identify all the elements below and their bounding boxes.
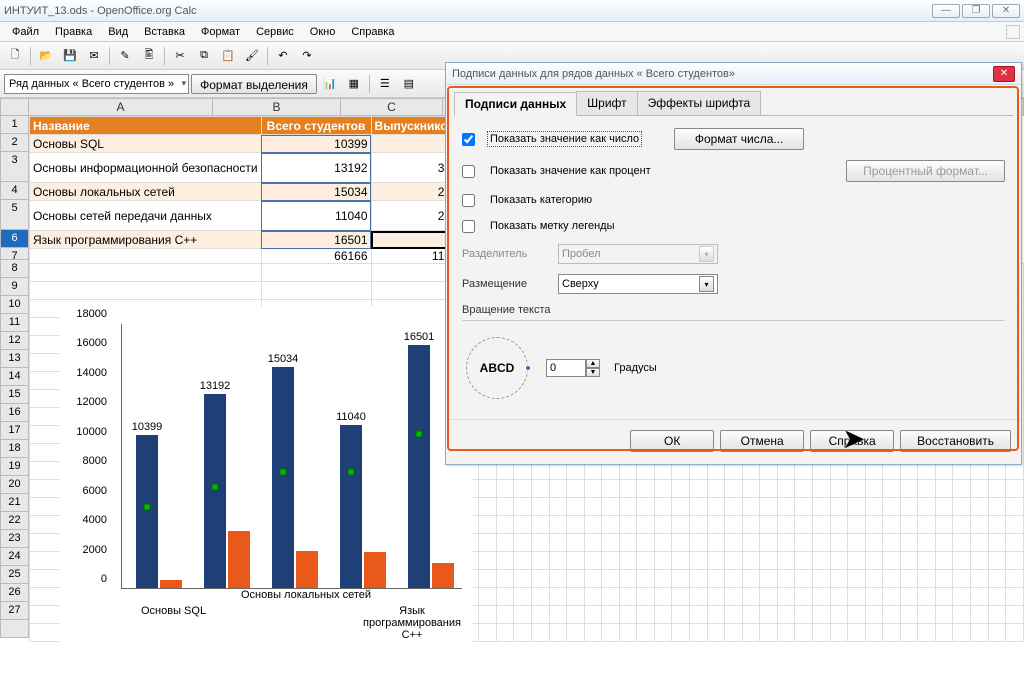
menu-help[interactable]: Справка <box>343 24 402 40</box>
row-header-15[interactable]: 15 <box>0 386 29 404</box>
placement-label: Размещение <box>462 278 548 290</box>
mail-icon[interactable]: ✉ <box>83 45 105 67</box>
cut-icon[interactable]: ✂ <box>169 45 191 67</box>
spin-down-icon[interactable]: ▼ <box>586 368 600 377</box>
spin-up-icon[interactable]: ▲ <box>586 359 600 368</box>
undo-icon[interactable]: ↶ <box>272 45 294 67</box>
window-title: ИНТУИТ_13.ods - OpenOffice.org Calc <box>4 5 197 17</box>
data-labels-dialog: Подписи данных для рядов данных « Всего … <box>445 62 1022 465</box>
row-header-9[interactable]: 9 <box>0 278 29 296</box>
number-format-button[interactable]: Формат числа... <box>674 128 804 150</box>
dialog-tabs: Подписи данных Шрифт Эффекты шрифта <box>454 91 1013 116</box>
degrees-input[interactable] <box>546 359 586 377</box>
redo-icon[interactable]: ↷ <box>296 45 318 67</box>
row-header-6[interactable]: 6 <box>0 230 29 248</box>
close-button[interactable]: ✕ <box>992 4 1020 18</box>
window-titlebar: ИНТУИТ_13.ods - OpenOffice.org Calc — ❐ … <box>0 0 1024 22</box>
list-icon[interactable]: ☰ <box>374 73 396 95</box>
paste-icon[interactable]: 📋 <box>217 45 239 67</box>
show-percent-label: Показать значение как процент <box>487 163 654 179</box>
help-icon[interactable] <box>1006 25 1020 39</box>
row-header-28[interactable] <box>0 620 29 638</box>
dialog-titlebar[interactable]: Подписи данных для рядов данных « Всего … <box>446 63 1021 85</box>
row-header-26[interactable]: 26 <box>0 584 29 602</box>
row-header-1[interactable]: 1 <box>0 116 29 134</box>
row-header-18[interactable]: 18 <box>0 440 29 458</box>
edit-icon[interactable]: ✎ <box>114 45 136 67</box>
col-c-header[interactable]: C <box>341 98 443 116</box>
chart-icon[interactable]: 📊 <box>319 73 341 95</box>
dialog-close-button[interactable]: ✕ <box>993 66 1015 82</box>
row-header-5[interactable]: 5 <box>0 200 29 230</box>
row-header-3[interactable]: 3 <box>0 152 29 182</box>
menu-edit[interactable]: Правка <box>47 24 100 40</box>
row-header-22[interactable]: 22 <box>0 512 29 530</box>
row-header-19[interactable]: 19 <box>0 458 29 476</box>
row-header-23[interactable]: 23 <box>0 530 29 548</box>
menu-format[interactable]: Формат <box>193 24 248 40</box>
save-icon[interactable]: 💾 <box>59 45 81 67</box>
tab-font-effects[interactable]: Эффекты шрифта <box>637 91 762 115</box>
row-header-24[interactable]: 24 <box>0 548 29 566</box>
row-header-2[interactable]: 2 <box>0 134 29 152</box>
row-header-16[interactable]: 16 <box>0 404 29 422</box>
separator-label: Разделитель <box>462 248 548 260</box>
restore-button[interactable]: Восстановить <box>900 430 1011 452</box>
show-legend-label: Показать метку легенды <box>487 218 618 234</box>
row-header-20[interactable]: 20 <box>0 476 29 494</box>
show-category-label: Показать категорию <box>487 192 595 208</box>
show-number-label: Показать значение как число <box>487 131 642 147</box>
row-header-12[interactable]: 12 <box>0 332 29 350</box>
rotation-dial[interactable]: ABCD <box>462 333 532 403</box>
row-header-13[interactable]: 13 <box>0 350 29 368</box>
tab-data-labels[interactable]: Подписи данных <box>454 92 577 116</box>
embedded-chart[interactable]: 0200040006000800010000120001400016000180… <box>59 306 472 666</box>
row-header-7[interactable]: 7 <box>0 248 29 260</box>
separator-select: Пробел▾ <box>558 244 718 264</box>
minimize-button[interactable]: — <box>932 4 960 18</box>
menu-tools[interactable]: Сервис <box>248 24 302 40</box>
row-header-14[interactable]: 14 <box>0 368 29 386</box>
menu-file[interactable]: Файл <box>4 24 47 40</box>
degrees-spinner[interactable]: ▲ ▼ <box>546 359 600 377</box>
menu-insert[interactable]: Вставка <box>136 24 193 40</box>
row-header-21[interactable]: 21 <box>0 494 29 512</box>
name-box[interactable]: Ряд данных « Всего студентов » <box>4 74 189 94</box>
ok-button[interactable]: ОК <box>630 430 714 452</box>
select-all-cell[interactable] <box>0 98 29 116</box>
new-icon[interactable]: 🗋 <box>4 45 26 67</box>
palette-icon[interactable]: ▦ <box>343 73 365 95</box>
tab-font[interactable]: Шрифт <box>576 91 637 115</box>
grid-icon[interactable]: ▤ <box>398 73 420 95</box>
row-header-27[interactable]: 27 <box>0 602 29 620</box>
show-legend-checkbox[interactable] <box>462 220 475 233</box>
dialog-title: Подписи данных для рядов данных « Всего … <box>452 68 735 80</box>
show-number-checkbox[interactable] <box>462 133 475 146</box>
show-category-checkbox[interactable] <box>462 194 475 207</box>
brush-icon[interactable]: 🖌 <box>241 45 263 67</box>
row-header-25[interactable]: 25 <box>0 566 29 584</box>
open-icon[interactable]: 📂 <box>35 45 57 67</box>
pdf-icon[interactable]: 🖺 <box>138 45 160 67</box>
help-button[interactable]: Справка <box>810 430 894 452</box>
row-header-4[interactable]: 4 <box>0 182 29 200</box>
maximize-button[interactable]: ❐ <box>962 4 990 18</box>
degrees-label: Градусы <box>614 362 657 374</box>
placement-select[interactable]: Сверху▾ <box>558 274 718 294</box>
col-a-header[interactable]: A <box>29 98 213 116</box>
copy-icon[interactable]: ⧉ <box>193 45 215 67</box>
row-header-11[interactable]: 11 <box>0 314 29 332</box>
percent-format-button: Процентный формат... <box>846 160 1005 182</box>
format-selection-button[interactable]: Формат выделения <box>191 74 317 94</box>
menu-view[interactable]: Вид <box>100 24 136 40</box>
row-header-17[interactable]: 17 <box>0 422 29 440</box>
col-b-header[interactable]: B <box>213 98 341 116</box>
menu-window[interactable]: Окно <box>302 24 344 40</box>
row-header-8[interactable]: 8 <box>0 260 29 278</box>
menubar: Файл Правка Вид Вставка Формат Сервис Ок… <box>0 22 1024 42</box>
row-header-10[interactable]: 10 <box>0 296 29 314</box>
show-percent-checkbox[interactable] <box>462 165 475 178</box>
cancel-button[interactable]: Отмена <box>720 430 804 452</box>
rotation-group-label: Вращение текста <box>462 304 1005 316</box>
